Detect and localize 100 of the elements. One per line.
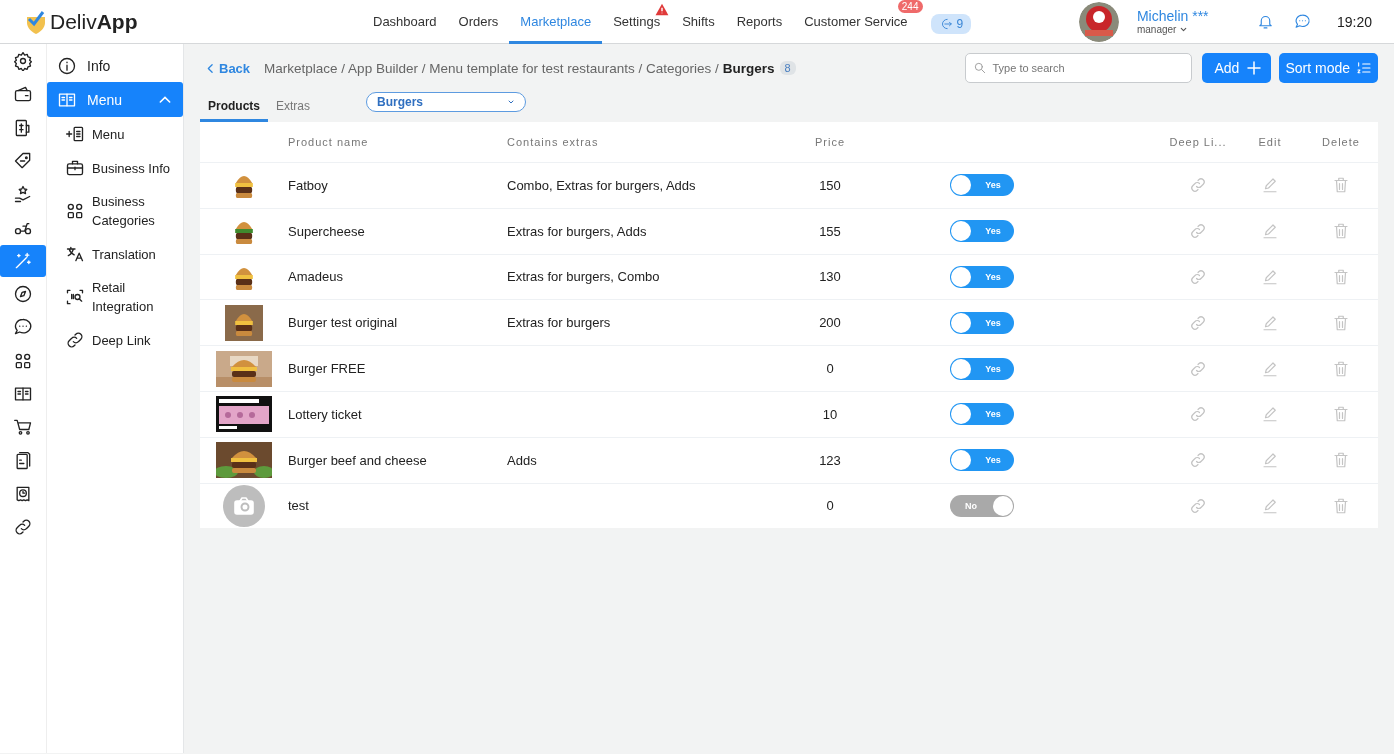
price-cell-text: 123: [818, 452, 842, 468]
sort-mode-button[interactable]: Sort mode: [1279, 53, 1378, 83]
sidebar-subitem[interactable]: Deep Link: [47, 323, 183, 357]
price-cell-text: 150: [818, 177, 842, 193]
count-badge: 8: [779, 61, 796, 75]
extras-cell-text: Combo, Extras for burgers, Adds: [507, 177, 697, 193]
price-cell-text: 155: [818, 223, 842, 239]
column-header: Delete: [1321, 136, 1361, 148]
column-header: Product name: [288, 136, 370, 148]
scan-search-icon: [65, 287, 85, 307]
category-dropdown[interactable]: Burgers: [366, 92, 527, 112]
edit-icon[interactable]: [1261, 268, 1279, 286]
chevron-down-icon[interactable]: [1179, 25, 1189, 34]
price-cell-text: 130: [818, 269, 842, 285]
nav-tab[interactable]: Settings: [602, 13, 672, 44]
link-icon[interactable]: [1189, 405, 1207, 424]
briefcase-icon: [65, 158, 85, 178]
edit-icon[interactable]: [1261, 451, 1279, 470]
delete-icon[interactable]: [1332, 405, 1350, 424]
delete-icon[interactable]: [1332, 222, 1350, 241]
add-button[interactable]: Add: [1202, 53, 1272, 83]
delete-icon[interactable]: [1332, 176, 1350, 195]
breadcrumb: Marketplace / App Builder / Menu template for test restaurants / Categories /: [264, 60, 719, 76]
price-cell-text: 0: [825, 361, 835, 377]
delete-icon[interactable]: [1332, 496, 1350, 515]
link-icon[interactable]: [1189, 313, 1207, 332]
bell-icon[interactable]: [1256, 13, 1274, 30]
toggle-switch[interactable]: Yes: [950, 357, 1014, 380]
delete-icon[interactable]: [1332, 268, 1350, 286]
nav-tab[interactable]: Reports: [725, 13, 794, 44]
extras-cell-text: Adds: [507, 452, 538, 468]
queue-badge[interactable]: 9: [930, 13, 972, 34]
product-name: Fatboy: [288, 177, 329, 193]
link-icon[interactable]: [1189, 496, 1207, 515]
column-header: Contains extras: [507, 136, 600, 148]
user-name[interactable]: Michelin ***: [1136, 8, 1247, 24]
sidebar-subitem[interactable]: Translation: [47, 237, 183, 271]
chevron-down-icon: [507, 98, 516, 106]
edit-icon[interactable]: [1261, 176, 1279, 195]
edit-icon[interactable]: [1261, 405, 1279, 424]
user-role[interactable]: manager: [1136, 24, 1177, 35]
delete-icon[interactable]: [1332, 359, 1350, 378]
nav-tab[interactable]: Marketplace: [509, 13, 603, 44]
sidebar-subitem[interactable]: Menu: [47, 117, 183, 151]
link-icon[interactable]: [1189, 268, 1207, 286]
toggle-switch[interactable]: Yes: [950, 403, 1014, 426]
app-logo: DelivApp: [50, 9, 138, 34]
column-header: Deep Li...: [1168, 136, 1228, 148]
delete-icon[interactable]: [1332, 451, 1350, 470]
delete-icon[interactable]: [1332, 313, 1350, 332]
link-icon[interactable]: [1189, 176, 1207, 195]
price-cell-text: 10: [821, 406, 839, 422]
product-name: Supercheese: [288, 223, 366, 239]
column-header: Price: [813, 136, 847, 148]
sidebar-subitem[interactable]: Retail Integration: [47, 271, 183, 323]
chat-icon[interactable]: [1293, 13, 1311, 30]
sidebar-subitem[interactable]: Business Info: [47, 151, 183, 185]
link-icon[interactable]: [1189, 359, 1207, 378]
tag-icon: [13, 150, 33, 171]
tab[interactable]: Extras: [268, 99, 319, 122]
nav-tab[interactable]: Shifts: [671, 13, 726, 44]
extras-cell-text: Extras for burgers, Adds: [507, 223, 648, 239]
nav-tab[interactable]: Dashboard: [362, 13, 448, 44]
back-link[interactable]: Back: [204, 60, 251, 76]
sidebar-item[interactable]: Menu: [47, 82, 183, 117]
product-name: Burger test original: [288, 315, 399, 331]
link-icon[interactable]: [1189, 451, 1207, 470]
column-header: Edit: [1257, 136, 1283, 148]
link-icon[interactable]: [1189, 222, 1207, 241]
toggle-switch[interactable]: Yes: [950, 220, 1014, 243]
nav-tab[interactable]: Orders: [447, 13, 510, 44]
price-cell-text: 200: [818, 315, 842, 331]
sidebar-subitem[interactable]: Business Categories: [47, 185, 183, 237]
logo-icon: [24, 8, 48, 35]
compass-icon: [13, 284, 33, 305]
grid-icon: [65, 201, 85, 221]
extras-cell-text: Extras for burgers: [507, 315, 612, 331]
sorted-list-icon: [1356, 60, 1372, 76]
product-name: test: [288, 498, 310, 514]
product-name: Burger beef and cheese: [288, 452, 428, 468]
search-field[interactable]: Type to search: [965, 53, 1193, 83]
link-icon: [13, 517, 33, 538]
settings-icon: [13, 51, 33, 71]
nav-tab[interactable]: Customer Service: [793, 13, 919, 44]
toggle-switch[interactable]: Yes: [950, 449, 1014, 472]
toggle-switch[interactable]: Yes: [950, 174, 1014, 197]
plus-icon: [1245, 59, 1264, 77]
toggle-switch[interactable]: Yes: [950, 311, 1014, 334]
product-name: Amadeus: [288, 269, 344, 285]
edit-icon[interactable]: [1261, 222, 1279, 241]
product-name: Lottery ticket: [288, 406, 363, 422]
sidebar-item[interactable]: Info: [47, 50, 183, 82]
clock-time: 19:20: [1336, 13, 1372, 30]
toggle-switch[interactable]: Yes: [950, 266, 1014, 288]
product-name: Burger FREE: [288, 361, 367, 377]
hand-star-icon: [13, 184, 33, 205]
magic-wand-icon: [13, 250, 33, 271]
notification-badge: 244: [897, 0, 923, 13]
cart-icon: [13, 417, 33, 438]
price-cell-text: 0: [825, 498, 835, 514]
